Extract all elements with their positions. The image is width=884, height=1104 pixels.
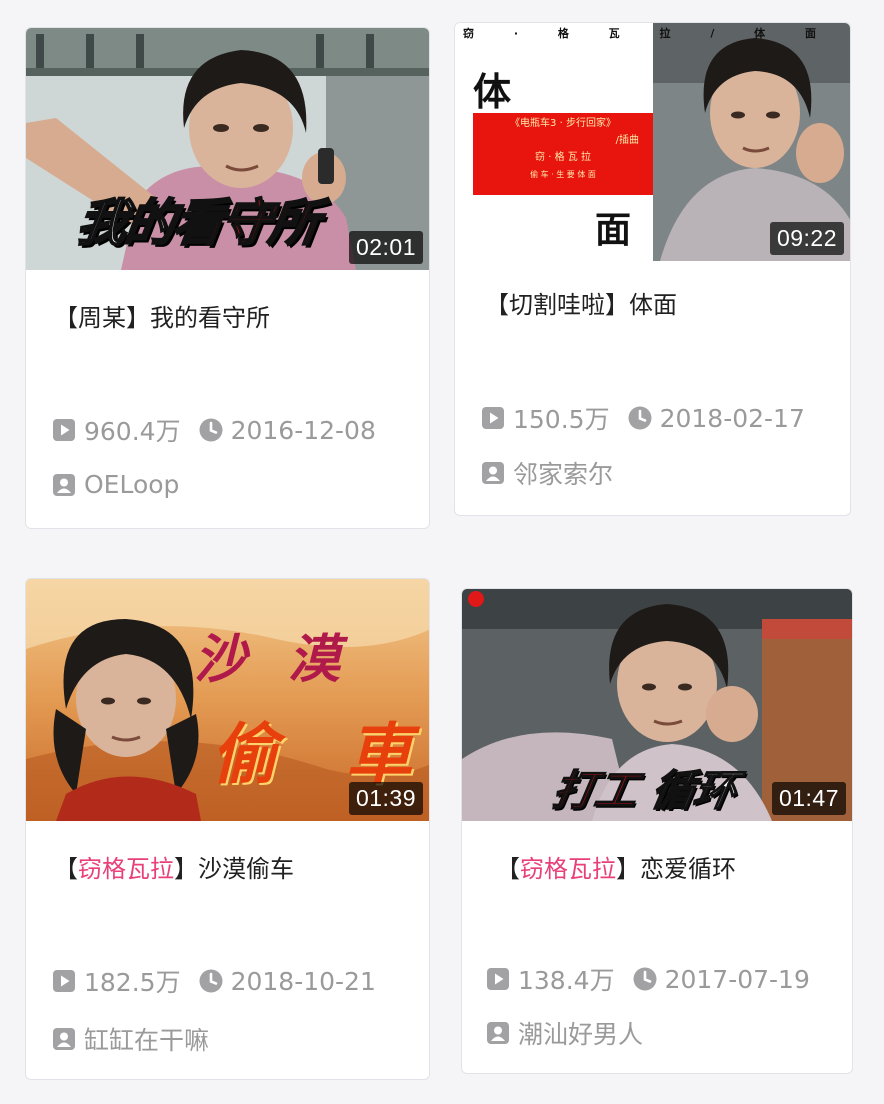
- thumbnail-caption: 打工 循环: [548, 757, 742, 818]
- uploader-icon: [52, 473, 76, 497]
- play-count-value: 960.4万: [84, 417, 181, 446]
- thumbnail-caption-part: 沙: [194, 630, 247, 690]
- uploader-name[interactable]: OELoop: [84, 470, 179, 499]
- thumbnail-caption-part: 循环: [647, 765, 741, 816]
- thumbnail-caption-part: 我的: [72, 193, 178, 253]
- video-card[interactable]: 沙 漠 偷 車 01:39 【窃格瓦拉】沙漠偷车 182.5万 2018-10-…: [25, 578, 430, 1080]
- play-count-value: 138.4万: [518, 966, 615, 995]
- video-thumbnail[interactable]: 沙 漠 偷 車 01:39: [26, 579, 429, 821]
- video-stats-row: 182.5万 2018-10-21: [52, 963, 421, 999]
- uploader-icon: [52, 1027, 76, 1051]
- thumbnail-big-char: 体: [473, 70, 512, 114]
- upload-date-value: 2017-07-19: [664, 964, 810, 994]
- video-card[interactable]: 打工 循环 01:47 【窃格瓦拉】恋爱循环 138.4万 2017-07-19…: [461, 588, 853, 1074]
- video-thumbnail[interactable]: 窃 · 格 瓦 拉 / 体 面 体 《电瓶车3 · 步行回家》 /插曲 窃 · …: [455, 23, 850, 261]
- play-count: 138.4万: [486, 961, 615, 997]
- video-card[interactable]: 我的看守所 02:01 【周某】我的看守所 960.4万 2016-12-08 …: [25, 27, 430, 529]
- uploader-icon: [486, 1021, 510, 1045]
- uploader-row[interactable]: 邻家索尔: [481, 455, 842, 491]
- play-count-value: 182.5万: [84, 968, 181, 997]
- video-title[interactable]: 【切割哇啦】体面: [485, 285, 838, 320]
- thumbnail-top-strip: 窃 · 格 瓦 拉 / 体 面: [463, 27, 835, 40]
- video-duration: 01:39: [348, 782, 423, 815]
- thumbnail-caption-part: 打工: [548, 765, 642, 816]
- video-title-bracket: 】: [616, 855, 640, 883]
- video-title-name: 我的看守所: [150, 304, 270, 332]
- uploader-name[interactable]: 缸缸在干嘛: [84, 1021, 209, 1057]
- video-title-bracket: 【: [54, 855, 78, 883]
- video-thumbnail[interactable]: 我的看守所 02:01: [26, 28, 429, 270]
- thumbnail-caption-part: 看守所: [168, 193, 322, 253]
- thumbnail-red-box-line: 《电瓶车3 · 步行回家》: [510, 118, 616, 129]
- video-duration: 09:22: [769, 222, 844, 255]
- uploader-row[interactable]: 潮汕好男人: [486, 1015, 844, 1051]
- thumbnail-big-char: 面: [595, 210, 632, 251]
- video-title-bracket: 【: [496, 855, 520, 883]
- video-stats-row: 960.4万 2016-12-08: [52, 412, 421, 448]
- play-count: 182.5万: [52, 963, 181, 999]
- clock-icon: [633, 967, 657, 991]
- clock-icon: [199, 969, 223, 993]
- video-title-name: 恋爱循环: [640, 855, 736, 883]
- video-title-name: 体面: [629, 291, 677, 319]
- upload-date-value: 2018-02-17: [659, 403, 805, 433]
- upload-date: 2017-07-19: [633, 965, 810, 994]
- clock-icon: [199, 418, 223, 442]
- uploader-name[interactable]: 潮汕好男人: [518, 1015, 643, 1051]
- video-stats-row: 138.4万 2017-07-19: [486, 961, 844, 997]
- thumbnail-red-box-line: /插曲: [615, 135, 639, 146]
- play-count-icon: [52, 418, 76, 442]
- upload-date: 2018-02-17: [628, 404, 805, 433]
- video-stats-row: 150.5万 2018-02-17: [481, 400, 842, 436]
- video-title-name: 沙漠偷车: [198, 855, 294, 883]
- video-title-bracket: 】: [174, 855, 198, 883]
- video-card[interactable]: 窃 · 格 瓦 拉 / 体 面 体 《电瓶车3 · 步行回家》 /插曲 窃 · …: [454, 22, 851, 516]
- play-count: 150.5万: [481, 400, 610, 436]
- upload-date-value: 2016-12-08: [230, 415, 376, 445]
- thumbnail-red-box-text: 《电瓶车3 · 步行回家》 /插曲 窃 · 格 瓦 拉 偷 车 · 生 要 体 …: [473, 115, 653, 183]
- video-duration: 01:47: [771, 782, 846, 815]
- uploader-name[interactable]: 邻家索尔: [513, 455, 613, 491]
- uploader-row[interactable]: OELoop: [52, 470, 421, 499]
- video-title[interactable]: 【窃格瓦拉】沙漠偷车: [54, 849, 417, 884]
- thumbnail-red-box-line: 偷 车 · 生 要 体 面: [530, 170, 596, 179]
- video-duration: 02:01: [348, 231, 423, 264]
- video-title-prefix: 【周某】: [54, 304, 150, 332]
- video-title-prefix: 【切割哇啦】: [485, 291, 629, 319]
- upload-date: 2016-12-08: [199, 416, 376, 445]
- video-title-tag: 窃格瓦拉: [520, 855, 616, 883]
- play-count-icon: [481, 406, 505, 430]
- play-count-value: 150.5万: [513, 405, 610, 434]
- clock-icon: [628, 406, 652, 430]
- upload-date-value: 2018-10-21: [230, 966, 376, 996]
- play-count-icon: [52, 969, 76, 993]
- video-thumbnail[interactable]: 打工 循环 01:47: [462, 589, 852, 821]
- play-count: 960.4万: [52, 412, 181, 448]
- thumbnail-caption-part: 漠: [288, 630, 341, 690]
- upload-date: 2018-10-21: [199, 967, 376, 996]
- play-count-icon: [486, 967, 510, 991]
- video-title[interactable]: 【周某】我的看守所: [54, 298, 417, 333]
- uploader-row[interactable]: 缸缸在干嘛: [52, 1021, 421, 1057]
- thumbnail-caption-part: 偷: [211, 716, 277, 793]
- thumbnail-red-box-line: 窃 · 格 瓦 拉: [535, 152, 591, 163]
- thumbnail-caption: 我的看守所: [72, 183, 323, 255]
- video-title-tag: 窃格瓦拉: [78, 855, 174, 883]
- video-title[interactable]: 【窃格瓦拉】恋爱循环: [496, 849, 840, 884]
- uploader-icon: [481, 461, 505, 485]
